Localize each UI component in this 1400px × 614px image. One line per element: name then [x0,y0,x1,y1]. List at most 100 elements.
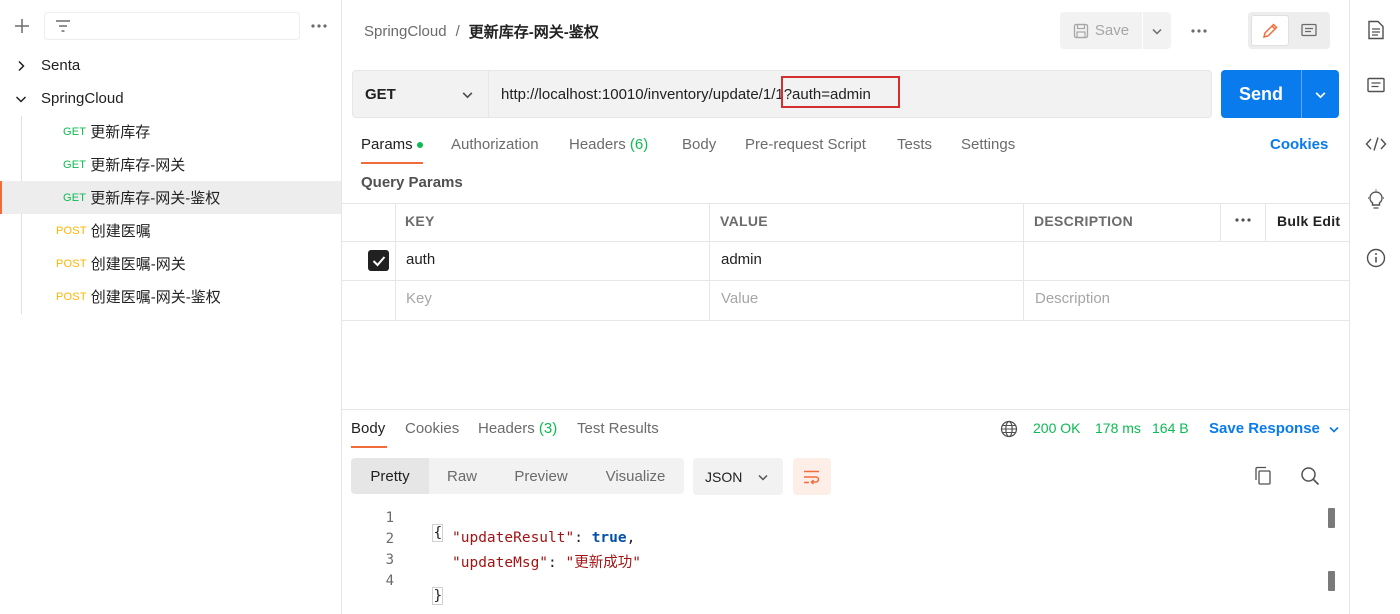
tab-authorization[interactable]: Authorization [451,136,539,158]
tab-headers-label: Headers [569,136,626,153]
code-icon[interactable] [1364,132,1388,156]
bulk-edit-button[interactable]: Bulk Edit [1277,213,1340,229]
copy-icon[interactable] [1254,466,1272,486]
tab-prerequest-script[interactable]: Pre-request Script [745,136,866,158]
table-border [1220,203,1221,241]
request-name: 创建医嘱-网关 [90,256,186,273]
save-label: Save [1094,22,1130,39]
line-number: 4 [385,573,394,589]
save-button[interactable]: Save [1060,12,1142,49]
new-description-input[interactable]: Description [1035,290,1110,307]
collection-springcloud[interactable]: SpringCloud [0,82,341,115]
info-icon[interactable] [1364,246,1388,270]
chevron-down-icon [757,471,769,483]
chevron-down-icon [15,93,27,105]
response-view-selector: Pretty Raw Preview Visualize [351,458,684,494]
comment-icon [1300,22,1318,40]
response-time[interactable]: 178 ms [1095,420,1141,436]
code-scrollbar-bottom[interactable] [1328,571,1335,591]
globe-icon[interactable] [1000,420,1018,438]
edit-mode-button[interactable] [1251,15,1289,46]
json-open-brace: { [432,524,444,542]
tab-params[interactable]: Params [361,136,423,158]
send-dropdown-icon[interactable] [1302,88,1339,101]
response-tab-test-results[interactable]: Test Results [577,420,659,437]
param-value-cell[interactable]: admin [721,251,762,268]
response-tab-headers-label: Headers [478,420,535,437]
send-button[interactable]: Send [1221,70,1339,118]
request-name: 创建医嘱-网关-鉴权 [90,289,221,306]
checkmark-icon [372,255,386,267]
request-item[interactable]: GET 更新库存 [0,115,341,148]
table-border [342,203,1349,204]
response-tab-headers[interactable]: Headers (3) [478,420,557,437]
code-scrollbar-top[interactable] [1328,508,1335,528]
param-key-cell[interactable]: auth [406,251,435,268]
tab-headers[interactable]: Headers (6) [569,136,648,158]
query-params-title: Query Params [361,174,463,191]
lightbulb-icon[interactable] [1364,188,1388,212]
table-border [342,280,1349,281]
response-size[interactable]: 164 B [1152,420,1189,436]
method-badge: POST [56,257,87,270]
request-item[interactable]: GET 更新库存-网关 [0,148,341,181]
table-border [709,203,710,320]
response-tab-cookies[interactable]: Cookies [405,420,459,437]
request-item[interactable]: POST 创建医嘱 [0,214,341,247]
request-name: 更新库存-网关-鉴权 [90,190,221,207]
new-key-input[interactable]: Key [406,290,432,307]
view-pretty[interactable]: Pretty [351,458,429,494]
documentation-icon[interactable] [1364,18,1388,42]
comments-icon[interactable] [1364,74,1388,98]
more-icon[interactable] [305,12,333,40]
new-value-input[interactable]: Value [721,290,758,307]
table-border [1265,203,1266,241]
code-line-3: "updateMsg": "更新成功" [452,555,641,571]
view-visualize[interactable]: Visualize [587,458,684,494]
tab-body[interactable]: Body [682,136,716,158]
more-actions-icon[interactable] [1185,17,1213,45]
request-name: 更新库存-网关 [90,157,186,174]
breadcrumb-collection[interactable]: SpringCloud [364,23,447,40]
chevron-right-icon [15,60,27,72]
response-tab-body[interactable]: Body [351,420,385,437]
method-select[interactable]: GET [352,70,489,118]
annotation-highlight-box [781,76,900,108]
save-dropdown-button[interactable] [1143,12,1171,49]
tab-params-label: Params [361,136,413,153]
url-base: http://localhost:10010/inventory/update/… [501,85,776,103]
json-value-update-result: true [591,530,627,546]
wrap-lines-button[interactable] [793,458,831,495]
mode-toggle [1248,12,1330,49]
save-icon [1073,23,1089,39]
comment-mode-button[interactable] [1290,15,1328,46]
add-icon[interactable] [8,12,36,40]
view-preview[interactable]: Preview [495,458,587,494]
table-more-icon[interactable] [1234,218,1252,222]
breadcrumb-request[interactable]: 更新库存-网关-鉴权 [469,21,599,42]
cookies-link[interactable]: Cookies [1270,136,1328,153]
request-item-active[interactable]: GET 更新库存-网关-鉴权 [0,181,341,214]
request-item[interactable]: POST 创建医嘱-网关 [0,247,341,280]
collection-senta[interactable]: Senta [0,49,341,82]
line-number: 1 [385,510,394,526]
status-code[interactable]: 200 OK [1033,420,1080,436]
save-response-button[interactable]: Save Response [1209,420,1340,437]
code-line-2: "updateResult": true, [452,530,636,546]
pencil-icon [1261,22,1279,40]
json-key-update-msg: "updateMsg" [452,555,549,571]
tab-tests[interactable]: Tests [897,136,932,158]
method-badge: GET [63,158,87,171]
tab-settings[interactable]: Settings [961,136,1015,158]
response-active-tab-underline [351,446,387,448]
request-item[interactable]: POST 创建医嘱-网关-鉴权 [0,280,341,313]
breadcrumb-separator: / [455,22,460,40]
view-raw[interactable]: Raw [429,458,495,494]
format-select[interactable]: JSON [693,458,783,495]
tab-headers-count: (6) [629,136,649,153]
param-enabled-checkbox[interactable] [368,250,389,271]
method-badge: GET [63,125,87,138]
sidebar-filter-input[interactable] [44,12,300,40]
json-key-update-result: "updateResult" [452,530,575,546]
search-icon[interactable] [1300,466,1320,486]
